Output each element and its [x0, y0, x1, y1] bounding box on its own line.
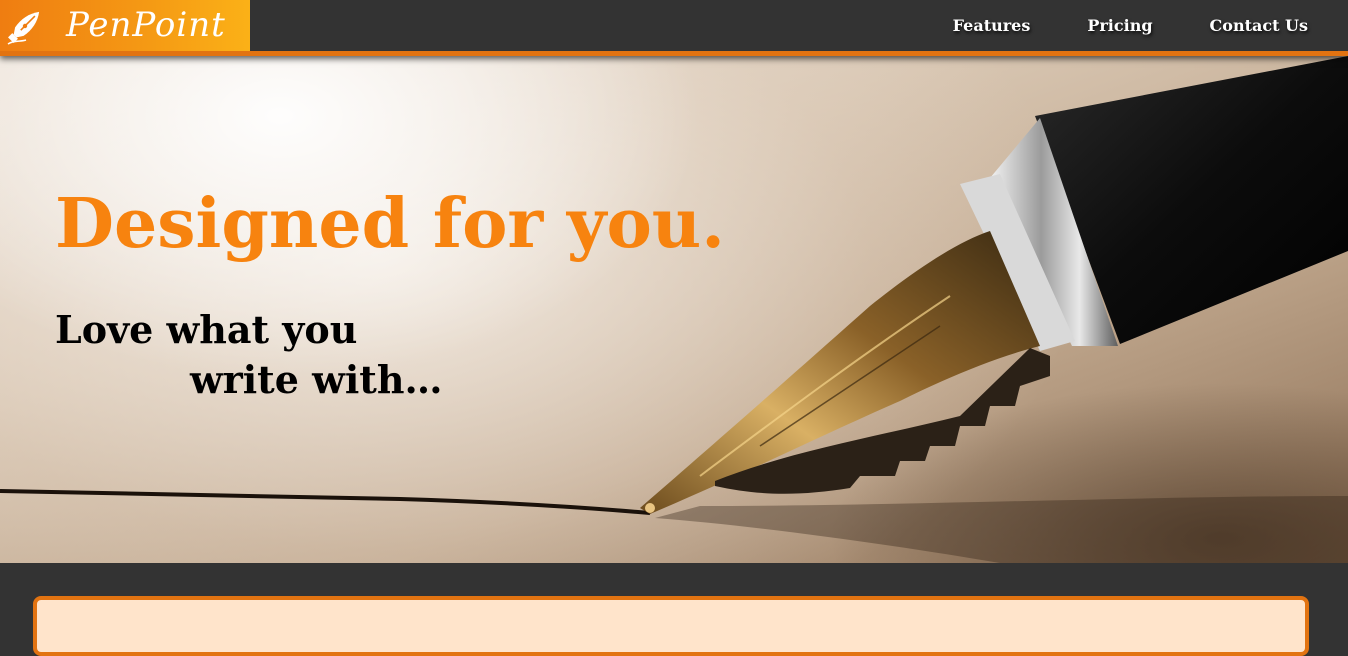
hero-banner: Designed for you. Love what you write wi…: [0, 56, 1348, 563]
brand-logo[interactable]: PenPoint: [0, 0, 250, 51]
nav-link-pricing[interactable]: Pricing: [1087, 16, 1152, 35]
hero-subtitle-line1: Love what you: [55, 307, 358, 352]
nav-link-contact-us[interactable]: Contact Us: [1210, 16, 1308, 35]
nav-link-features[interactable]: Features: [953, 16, 1031, 35]
hero-title: Designed for you.: [55, 184, 725, 264]
content-panel: [33, 596, 1309, 656]
main-nav: Features Pricing Contact Us: [896, 0, 1308, 51]
brand-name: PenPoint: [66, 5, 226, 45]
hero-subtitle-line2: write with…: [190, 357, 443, 402]
fountain-pen-nib-icon: [0, 0, 50, 51]
top-navbar: PenPoint Features Pricing Contact Us: [0, 0, 1348, 56]
